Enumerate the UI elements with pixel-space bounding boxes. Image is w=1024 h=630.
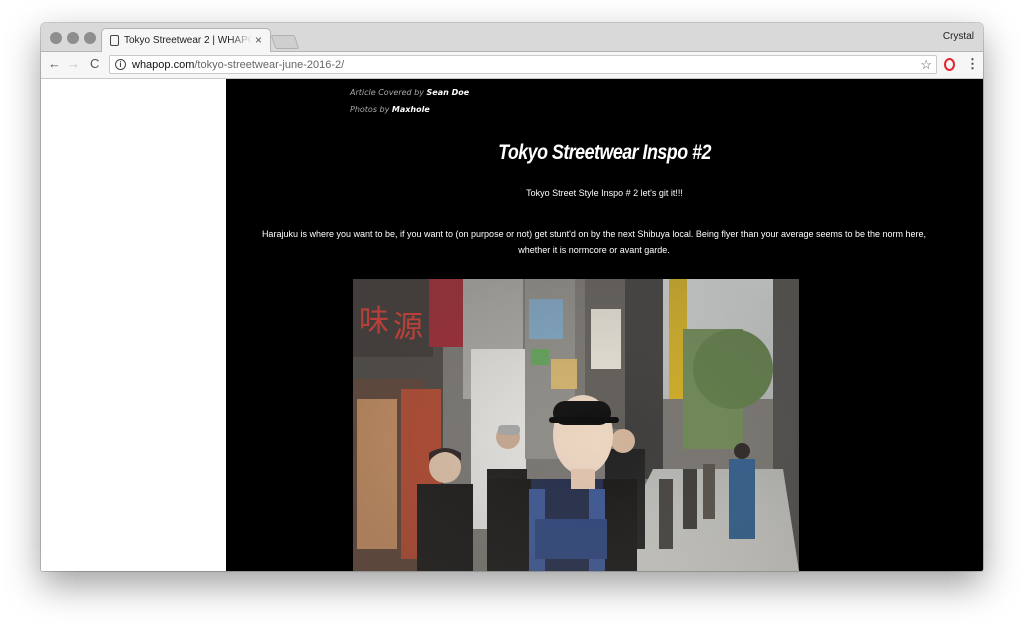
photographer-link[interactable]: Maxhole [392, 105, 430, 114]
street-style-photo: 味 源 [353, 279, 799, 571]
tab-title: Tokyo Streetwear 2 | WHAPOP [124, 35, 252, 46]
tab-close-icon[interactable]: × [255, 33, 262, 47]
zoom-window-button[interactable] [84, 32, 96, 44]
tab-strip: Tokyo Streetwear 2 | WHAPOP × Crystal [41, 23, 983, 52]
url-text[interactable]: whapop.com/tokyo-streetwear-june-2016-2/ [132, 59, 344, 71]
street-style-photo-image: 味 源 [353, 279, 799, 571]
opera-extension-icon[interactable] [944, 58, 955, 71]
browser-window: Tokyo Streetwear 2 | WHAPOP × Crystal ← … [41, 23, 983, 571]
back-arrow-icon[interactable]: ← [48, 57, 61, 71]
article-body: Harajuku is where you want to be, if you… [261, 229, 927, 255]
photos-label: Photos by [350, 105, 390, 114]
site-info-icon[interactable]: i [115, 59, 126, 70]
article-container: Article Covered by Sean Doe Photos by Ma… [226, 79, 983, 571]
article-credit: Article Covered by Sean Doe [350, 88, 469, 97]
minimize-window-button[interactable] [67, 32, 79, 44]
reload-icon[interactable]: C [90, 57, 99, 71]
credit-label: Article Covered by [350, 88, 424, 97]
photo-credit: Photos by Maxhole [350, 105, 430, 114]
page-viewport: Article Covered by Sean Doe Photos by Ma… [41, 79, 983, 571]
active-tab[interactable]: Tokyo Streetwear 2 | WHAPOP × [101, 28, 271, 52]
profile-name[interactable]: Crystal [943, 31, 974, 42]
article-subtitle: Tokyo Street Style Inspo # 2 let's git i… [526, 188, 683, 198]
forward-arrow-icon[interactable]: → [67, 57, 80, 71]
article-headline: Tokyo Streetwear Inspo #2 [498, 141, 711, 164]
url-path: /tokyo-streetwear-june-2016-2/ [194, 59, 345, 71]
browser-menu-icon[interactable]: ⋮ [966, 56, 979, 72]
author-link[interactable]: Sean Doe [427, 88, 470, 97]
browser-toolbar: ← → C i whapop.com/tokyo-streetwear-june… [41, 52, 983, 79]
page-favicon-icon [110, 35, 119, 46]
bookmark-star-icon[interactable]: ☆ [920, 57, 932, 73]
close-window-button[interactable] [50, 32, 62, 44]
new-tab-button[interactable] [270, 35, 300, 49]
url-host: whapop.com [132, 59, 195, 71]
address-bar[interactable]: i whapop.com/tokyo-streetwear-june-2016-… [109, 55, 937, 74]
